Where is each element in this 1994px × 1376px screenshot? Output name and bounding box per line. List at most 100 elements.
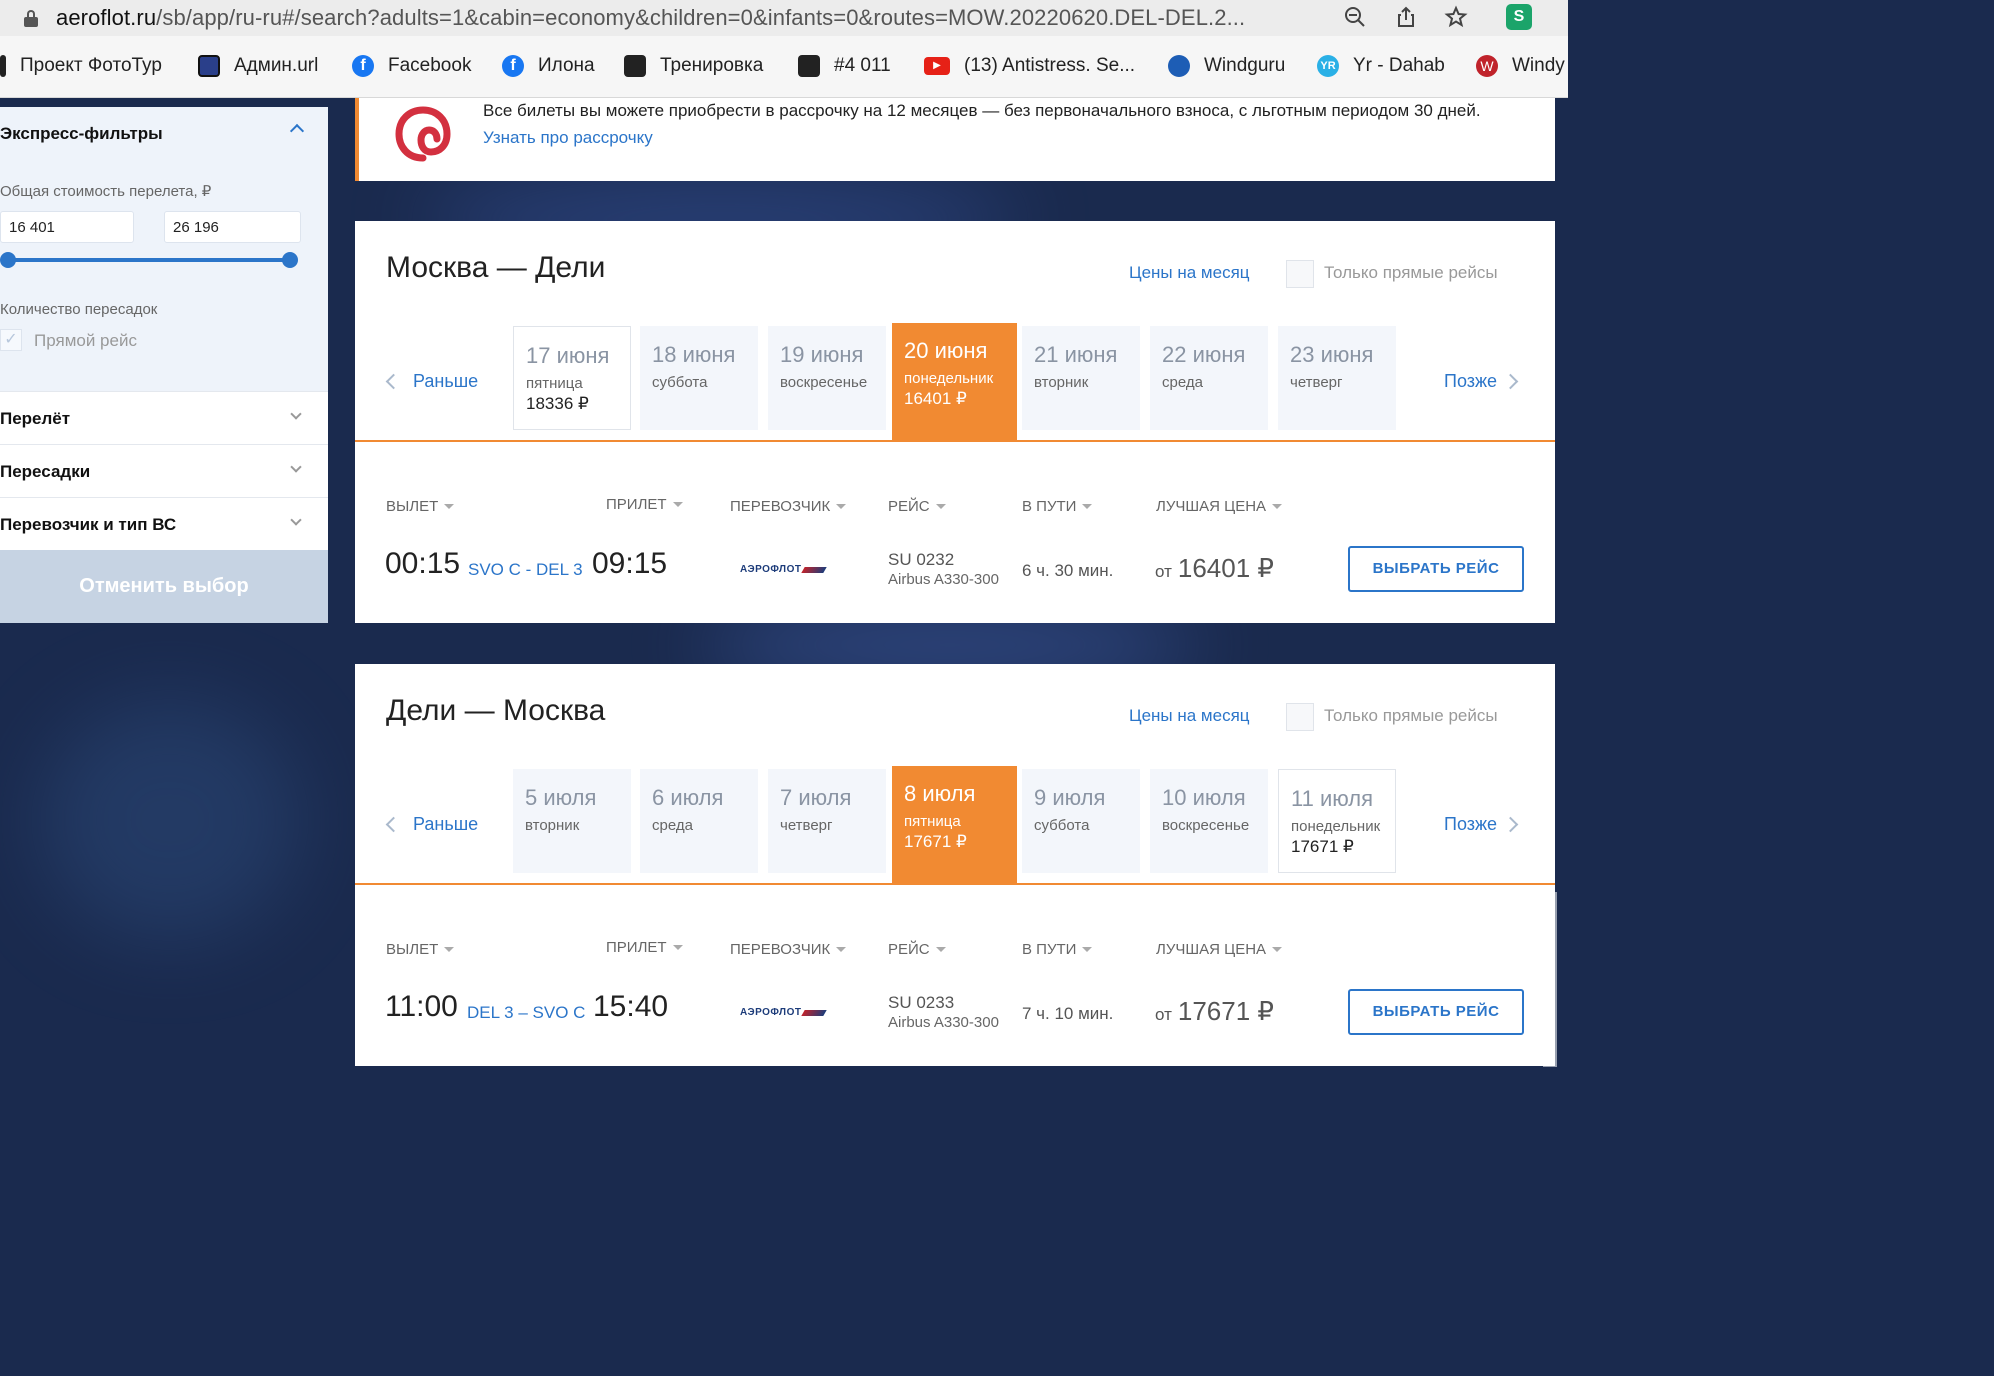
select-flight-button[interactable]: ВЫБРАТЬ РЕЙС (1348, 989, 1524, 1035)
filter-section-flight[interactable]: Перелёт (0, 391, 328, 444)
sort-flight[interactable]: РЕЙС (888, 941, 946, 958)
col-depart-label: ВЫЛЕТ (386, 941, 439, 958)
sort-price[interactable]: ЛУЧШАЯ ЦЕНА (1156, 941, 1283, 958)
price-from: от (1155, 562, 1172, 581)
zoom-icon[interactable] (1343, 5, 1367, 29)
outbound-route-card: Москва — Дели Цены на месяц Только прямы… (355, 221, 1555, 623)
bookmark-item[interactable]: f Илона (502, 55, 595, 77)
weekday-label: среда (652, 817, 693, 834)
url-text[interactable]: aeroflot.ru/sb/app/ru-ru#/search?adults=… (56, 5, 1245, 31)
direct-flight-checkbox[interactable]: ✓ (0, 329, 22, 351)
chevron-up-icon[interactable] (289, 123, 305, 139)
sort-arrow-icon (444, 947, 455, 952)
sort-arrow-icon (444, 504, 455, 509)
cancel-selection-button[interactable]: Отменить выбор (0, 550, 328, 623)
direct-only-checkbox[interactable] (1286, 260, 1314, 288)
url-host: aeroflot.ru (56, 5, 157, 30)
later-dates-button[interactable]: Позже (1444, 371, 1519, 392)
bookmark-item[interactable]: Проект ФотоТур (0, 55, 162, 77)
month-prices-link[interactable]: Цены на месяц (1129, 263, 1250, 283)
date-option[interactable]: 19 июня воскресенье (768, 326, 886, 430)
price-slider-min-handle[interactable] (0, 252, 16, 268)
earlier-dates-button[interactable]: Раньше (385, 371, 478, 392)
col-carrier-label: ПЕРЕВОЗЧИК (730, 498, 831, 515)
weekday-label: воскресенье (1162, 817, 1250, 834)
sort-duration[interactable]: В ПУТИ (1022, 941, 1093, 958)
price-slider-track[interactable] (8, 258, 290, 262)
filters-sidebar: Экспресс-фильтры Общая стоимость перелет… (0, 107, 328, 623)
sort-depart[interactable]: ВЫЛЕТ (386, 941, 455, 958)
col-duration-label: В ПУТИ (1022, 498, 1077, 515)
sort-arrive[interactable]: ПРИЛЕТ (606, 496, 683, 513)
weekday-label: пятница (904, 813, 961, 830)
col-depart-label: ВЫЛЕТ (386, 498, 439, 515)
bookmark-item[interactable]: #4 011 (798, 55, 891, 77)
date-option[interactable]: 11 июля понедельник 17671 ₽ (1278, 769, 1396, 873)
filter-section-label: Перелёт (0, 409, 71, 428)
bookmark-label: Windguru (1204, 55, 1286, 76)
date-option[interactable]: 5 июля вторник (513, 769, 631, 873)
bookmark-label: Админ.url (234, 55, 319, 76)
best-price: от 17671 ₽ (1155, 996, 1274, 1027)
extension-icon[interactable]: S (1506, 4, 1532, 30)
month-prices-link[interactable]: Цены на месяц (1129, 706, 1250, 726)
sort-depart[interactable]: ВЫЛЕТ (386, 498, 455, 515)
bookmark-item[interactable]: YR Yr - Dahab (1317, 55, 1445, 77)
date-label: 6 июля (652, 785, 724, 810)
flight-duration: 6 ч. 30 мин. (1022, 561, 1114, 580)
price-slider-max-handle[interactable] (282, 252, 298, 268)
filter-section-transfers[interactable]: Пересадки (0, 444, 328, 497)
installment-link[interactable]: Узнать про рассрочку (483, 128, 653, 148)
best-price: от 16401 ₽ (1155, 553, 1274, 584)
bookmark-item[interactable]: Тренировка (624, 55, 763, 77)
sort-duration[interactable]: В ПУТИ (1022, 498, 1093, 515)
date-option[interactable]: 9 июля суббота (1022, 769, 1140, 873)
date-option[interactable]: 6 июля среда (640, 769, 758, 873)
price-min-input[interactable]: 16 401 (0, 211, 134, 243)
carrier-name: АЭРОФЛОТ (740, 1007, 802, 1018)
sort-price[interactable]: ЛУЧШАЯ ЦЕНА (1156, 498, 1283, 515)
sort-arrow-icon (672, 945, 683, 950)
date-option[interactable]: 18 июня суббота (640, 326, 758, 430)
date-option[interactable]: 17 июня пятница 18336 ₽ (513, 326, 631, 430)
price-max-input[interactable]: 26 196 (164, 211, 301, 243)
filter-section-carrier[interactable]: Перевозчик и тип ВС (0, 497, 328, 550)
earlier-label: Раньше (413, 814, 479, 834)
bookmark-item[interactable]: f Facebook (352, 55, 471, 77)
bookmark-item[interactable]: Windguru (1168, 55, 1285, 77)
share-icon[interactable] (1394, 5, 1418, 29)
facebook-icon: f (352, 55, 374, 77)
date-option[interactable]: 22 июня среда (1150, 326, 1268, 430)
select-flight-button[interactable]: ВЫБРАТЬ РЕЙС (1348, 546, 1524, 592)
installment-text: Все билеты вы можете приобрести в рассро… (483, 101, 1481, 120)
url-path: /sb/app/ru-ru#/search?adults=1&cabin=eco… (156, 5, 1246, 30)
bookmark-star-icon[interactable] (1444, 5, 1468, 29)
weekday-label: вторник (525, 817, 580, 834)
date-option[interactable]: 10 июля воскресенье (1150, 769, 1268, 873)
sort-carrier[interactable]: ПЕРЕВОЗЧИК (730, 941, 847, 958)
bar-icon (0, 55, 6, 77)
bookmark-item[interactable]: Админ.url (198, 55, 318, 77)
bookmark-item[interactable]: W Windy (1476, 55, 1565, 77)
later-dates-button[interactable]: Позже (1444, 814, 1519, 835)
sort-carrier[interactable]: ПЕРЕВОЗЧИК (730, 498, 847, 515)
bookmark-item[interactable]: ▶ (13) Antistress. Se... (924, 55, 1135, 77)
sort-flight[interactable]: РЕЙС (888, 498, 946, 515)
weekday-label: понедельник (1291, 818, 1381, 835)
sort-arrive[interactable]: ПРИЛЕТ (606, 939, 683, 956)
date-option[interactable]: 7 июля четверг (768, 769, 886, 873)
express-filters-header[interactable]: Экспресс-фильтры (0, 107, 328, 159)
sort-arrow-icon (1082, 504, 1093, 509)
sort-arrow-icon (935, 947, 946, 952)
direct-only-label: Только прямые рейсы (1324, 706, 1498, 725)
installment-banner: Все билеты вы можете приобрести в рассро… (355, 98, 1555, 181)
browser-url-bar[interactable]: aeroflot.ru/sb/app/ru-ru#/search?adults=… (0, 0, 1568, 36)
date-option-selected[interactable]: 20 июня понедельник 16401 ₽ (892, 323, 1017, 441)
date-option[interactable]: 21 июня вторник (1022, 326, 1140, 430)
earlier-dates-button[interactable]: Раньше (385, 814, 479, 835)
col-arrive-label: ПРИЛЕТ (606, 939, 667, 956)
date-option[interactable]: 23 июня четверг (1278, 326, 1396, 430)
direct-only-checkbox[interactable] (1286, 703, 1314, 731)
date-option-selected[interactable]: 8 июля пятница 17671 ₽ (892, 766, 1017, 884)
arrival-time: 15:40 (593, 990, 669, 1023)
